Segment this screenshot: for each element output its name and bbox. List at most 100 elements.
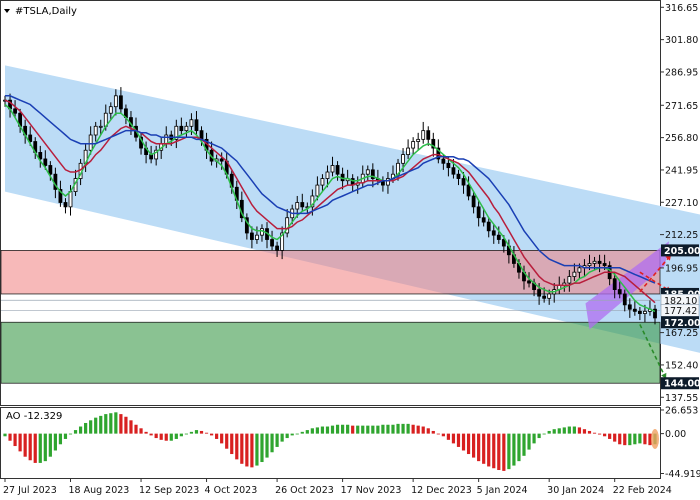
ao-bar [280, 433, 284, 442]
candle-body [365, 169, 370, 175]
ao-tick-label: 0.00 [665, 429, 686, 440]
ao-bar [139, 428, 143, 434]
ao-bar [613, 433, 617, 442]
candle-body [184, 125, 189, 132]
x-tick-label: 27 Jul 2023 [3, 485, 57, 496]
ao-bar [43, 433, 47, 462]
candle-body [441, 158, 446, 164]
ao-bar [623, 433, 627, 446]
candle-body [13, 108, 17, 114]
candle-body [411, 141, 416, 149]
ao-bar [426, 428, 430, 434]
candle-body [537, 289, 542, 297]
ao-bar [577, 427, 582, 434]
ao-bar [179, 433, 183, 437]
ao-bar [240, 433, 244, 464]
candle-body [401, 154, 405, 164]
ao-bar [285, 433, 289, 439]
candle-body [617, 289, 622, 295]
ao-bar [537, 433, 541, 439]
ao-bar [53, 433, 57, 451]
ao-bar [547, 430, 551, 434]
ao-bar [562, 427, 566, 434]
candle-body [164, 134, 169, 145]
ao-bar [628, 433, 632, 446]
candle-body [189, 119, 194, 127]
y-tick-label: 167.25 [665, 328, 698, 339]
ao-bar [492, 433, 496, 469]
price-tag-label: 144.00 [664, 379, 700, 390]
y-tick-label: 271.65 [665, 101, 698, 112]
candle-body [325, 171, 330, 179]
ao-bar [603, 433, 607, 437]
candle-body [567, 276, 572, 284]
ao-bar [638, 433, 642, 444]
candle-body [68, 191, 73, 208]
ao-bar [552, 429, 556, 434]
ao-bar [502, 433, 506, 471]
ao-bar [13, 433, 17, 447]
ao-bar [184, 433, 188, 435]
ao-bar [270, 433, 274, 453]
ao-bar [391, 424, 395, 434]
candle-body [456, 173, 461, 179]
x-tick-label: 30 Jan 2024 [547, 485, 604, 496]
candle-body [496, 234, 501, 240]
ao-bar [557, 428, 561, 434]
ao-bar [33, 433, 37, 463]
ao-bar [129, 420, 133, 434]
candle-body [255, 234, 259, 240]
y-tick-label: 256.80 [665, 133, 698, 144]
candle-body [592, 260, 597, 264]
ao-bar [63, 433, 68, 439]
ao-bar [416, 425, 420, 434]
candle-body [572, 271, 577, 277]
candle-body [547, 293, 552, 299]
x-tick-label: 22 Feb 2024 [613, 485, 672, 496]
ao-bar [310, 428, 314, 434]
support-zone [0, 321, 661, 384]
ao-bar [512, 433, 516, 466]
candle-body [300, 202, 305, 208]
x-tick-label: 18 Aug 2023 [69, 485, 130, 496]
y-tick-label: 196.95 [665, 263, 698, 274]
candle-body [43, 158, 48, 166]
ao-bar [119, 414, 123, 434]
ao-bar [441, 433, 445, 437]
ao-bar [28, 433, 32, 461]
ao-bar [451, 433, 456, 444]
ao-bar [204, 432, 209, 434]
ao-bar [18, 433, 22, 452]
candle-body [249, 232, 254, 240]
candle-body [597, 260, 602, 264]
candle-body [315, 184, 320, 197]
ao-bar [124, 416, 128, 434]
ao-bar [225, 433, 229, 449]
candle-body [63, 202, 68, 208]
ao-bar [3, 433, 7, 437]
candle-body [451, 167, 456, 175]
ao-bar [335, 424, 340, 434]
ao-bar [89, 420, 93, 434]
tsla-daily-chart: #TSLA,Daily 316.65 301.80 286.95 271.65 256.8… [0, 0, 700, 496]
candle-body [108, 106, 113, 114]
ao-bar [406, 423, 410, 434]
ao-bar [330, 425, 335, 434]
y-tick-label: 212.25 [665, 230, 698, 241]
candle-body [486, 221, 491, 232]
ao-bar [507, 433, 511, 470]
ao-bar [572, 426, 576, 434]
ao-bar [340, 424, 345, 434]
ao-bar [542, 433, 546, 435]
ao-bar [532, 433, 536, 444]
ao-bar [94, 417, 98, 434]
ao-bar [209, 433, 214, 436]
y-tick-label: 152.40 [665, 360, 698, 371]
candle-body [461, 178, 466, 186]
ao-bar [396, 423, 400, 434]
ao-bar [346, 424, 350, 434]
ao-bar [376, 425, 380, 434]
indicator-label: AO -12.329 [6, 411, 62, 422]
ao-bar [149, 433, 153, 436]
candle-body [612, 278, 617, 290]
